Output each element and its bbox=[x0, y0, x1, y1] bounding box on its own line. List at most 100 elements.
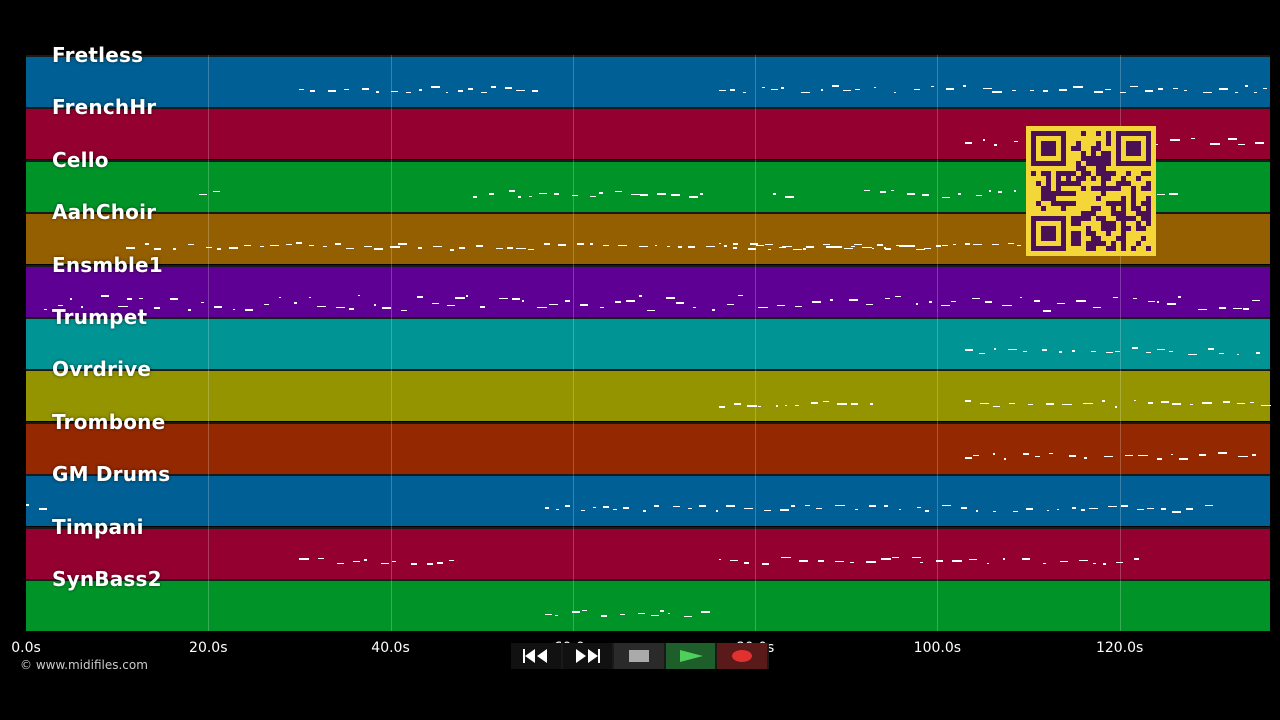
note-mark bbox=[993, 348, 997, 350]
note-mark bbox=[925, 510, 929, 512]
note-mark bbox=[1261, 404, 1271, 407]
time-tick-label: 120.0s bbox=[1095, 640, 1144, 656]
rewind-button[interactable] bbox=[511, 643, 561, 669]
note-mark bbox=[733, 243, 739, 245]
note-mark bbox=[411, 563, 418, 565]
note-mark bbox=[564, 505, 570, 507]
note-mark bbox=[1106, 351, 1113, 354]
note-mark bbox=[1003, 458, 1007, 460]
note-mark bbox=[245, 309, 254, 311]
note-mark bbox=[528, 195, 533, 198]
note-mark bbox=[480, 91, 487, 94]
note-mark bbox=[848, 299, 858, 301]
note-mark bbox=[1093, 91, 1104, 93]
note-mark bbox=[1043, 90, 1048, 92]
note-mark bbox=[599, 192, 603, 194]
note-mark bbox=[475, 245, 484, 247]
note-mark bbox=[465, 295, 469, 297]
note-mark bbox=[126, 247, 135, 249]
note-mark bbox=[699, 505, 707, 507]
note-mark bbox=[418, 89, 422, 91]
note-mark bbox=[228, 247, 239, 249]
note-mark bbox=[773, 193, 776, 195]
note-mark bbox=[1071, 507, 1077, 509]
note-mark bbox=[489, 193, 494, 195]
note-mark bbox=[744, 562, 750, 564]
note-mark bbox=[655, 244, 658, 247]
note-mark bbox=[1138, 454, 1148, 457]
play-button[interactable] bbox=[665, 643, 716, 669]
track-label: Timpani bbox=[52, 514, 144, 539]
note-mark bbox=[1017, 244, 1021, 247]
note-mark bbox=[1084, 457, 1088, 459]
note-mark bbox=[336, 306, 345, 309]
note-mark bbox=[1008, 242, 1014, 245]
note-mark bbox=[854, 88, 860, 91]
note-mark bbox=[818, 560, 825, 562]
note-mark bbox=[775, 405, 778, 407]
note-mark bbox=[866, 561, 876, 563]
track-lane bbox=[26, 474, 1270, 527]
note-mark bbox=[692, 306, 696, 309]
note-mark bbox=[101, 295, 109, 297]
track-label: FrenchHr bbox=[52, 95, 157, 120]
note-mark bbox=[895, 295, 901, 297]
note-mark bbox=[317, 557, 324, 560]
note-mark bbox=[1059, 560, 1069, 563]
note-mark bbox=[718, 89, 727, 92]
note-mark bbox=[353, 560, 361, 563]
note-mark bbox=[154, 307, 161, 309]
note-mark bbox=[972, 454, 979, 457]
note-mark bbox=[1156, 193, 1165, 196]
note-mark bbox=[755, 244, 764, 247]
stop-button[interactable] bbox=[614, 643, 664, 669]
note-mark bbox=[899, 245, 909, 247]
note-mark bbox=[1058, 351, 1062, 353]
note-mark bbox=[564, 300, 570, 302]
note-mark bbox=[1002, 558, 1005, 560]
track-label: Ovrdrive bbox=[52, 357, 152, 382]
note-mark bbox=[743, 507, 754, 510]
fast-forward-button[interactable] bbox=[562, 643, 613, 669]
note-mark bbox=[986, 562, 990, 565]
note-mark bbox=[913, 88, 921, 91]
note-mark bbox=[619, 613, 625, 616]
note-mark bbox=[843, 247, 853, 250]
note-mark bbox=[638, 245, 649, 248]
note-mark bbox=[614, 190, 622, 193]
note-mark bbox=[479, 306, 485, 308]
note-mark bbox=[260, 245, 264, 248]
note-mark bbox=[622, 507, 629, 509]
rewind-icon bbox=[522, 649, 547, 663]
note-mark bbox=[767, 248, 772, 251]
note-mark bbox=[992, 243, 999, 246]
note-mark bbox=[656, 193, 666, 195]
note-mark bbox=[491, 86, 497, 88]
note-mark bbox=[837, 403, 847, 405]
note-mark bbox=[1042, 310, 1051, 312]
note-mark bbox=[884, 297, 890, 300]
note-mark bbox=[836, 246, 842, 248]
note-mark bbox=[1169, 139, 1180, 141]
note-mark bbox=[676, 302, 685, 304]
note-mark bbox=[764, 509, 772, 512]
note-mark bbox=[375, 91, 379, 93]
record-button[interactable] bbox=[717, 643, 767, 669]
note-mark bbox=[382, 307, 392, 309]
note-mark bbox=[1156, 348, 1165, 351]
note-mark bbox=[811, 402, 818, 404]
note-mark bbox=[1245, 85, 1248, 87]
note-mark bbox=[579, 304, 589, 306]
note-mark bbox=[618, 244, 628, 247]
note-mark bbox=[373, 304, 376, 306]
note-mark bbox=[1082, 402, 1093, 405]
note-mark bbox=[801, 91, 811, 94]
note-mark bbox=[716, 510, 719, 512]
note-mark bbox=[1104, 455, 1113, 458]
note-mark bbox=[1207, 348, 1214, 350]
note-mark bbox=[532, 90, 539, 92]
note-mark bbox=[812, 301, 822, 303]
note-mark bbox=[39, 508, 47, 510]
note-mark bbox=[1184, 89, 1188, 92]
note-mark bbox=[139, 297, 143, 300]
